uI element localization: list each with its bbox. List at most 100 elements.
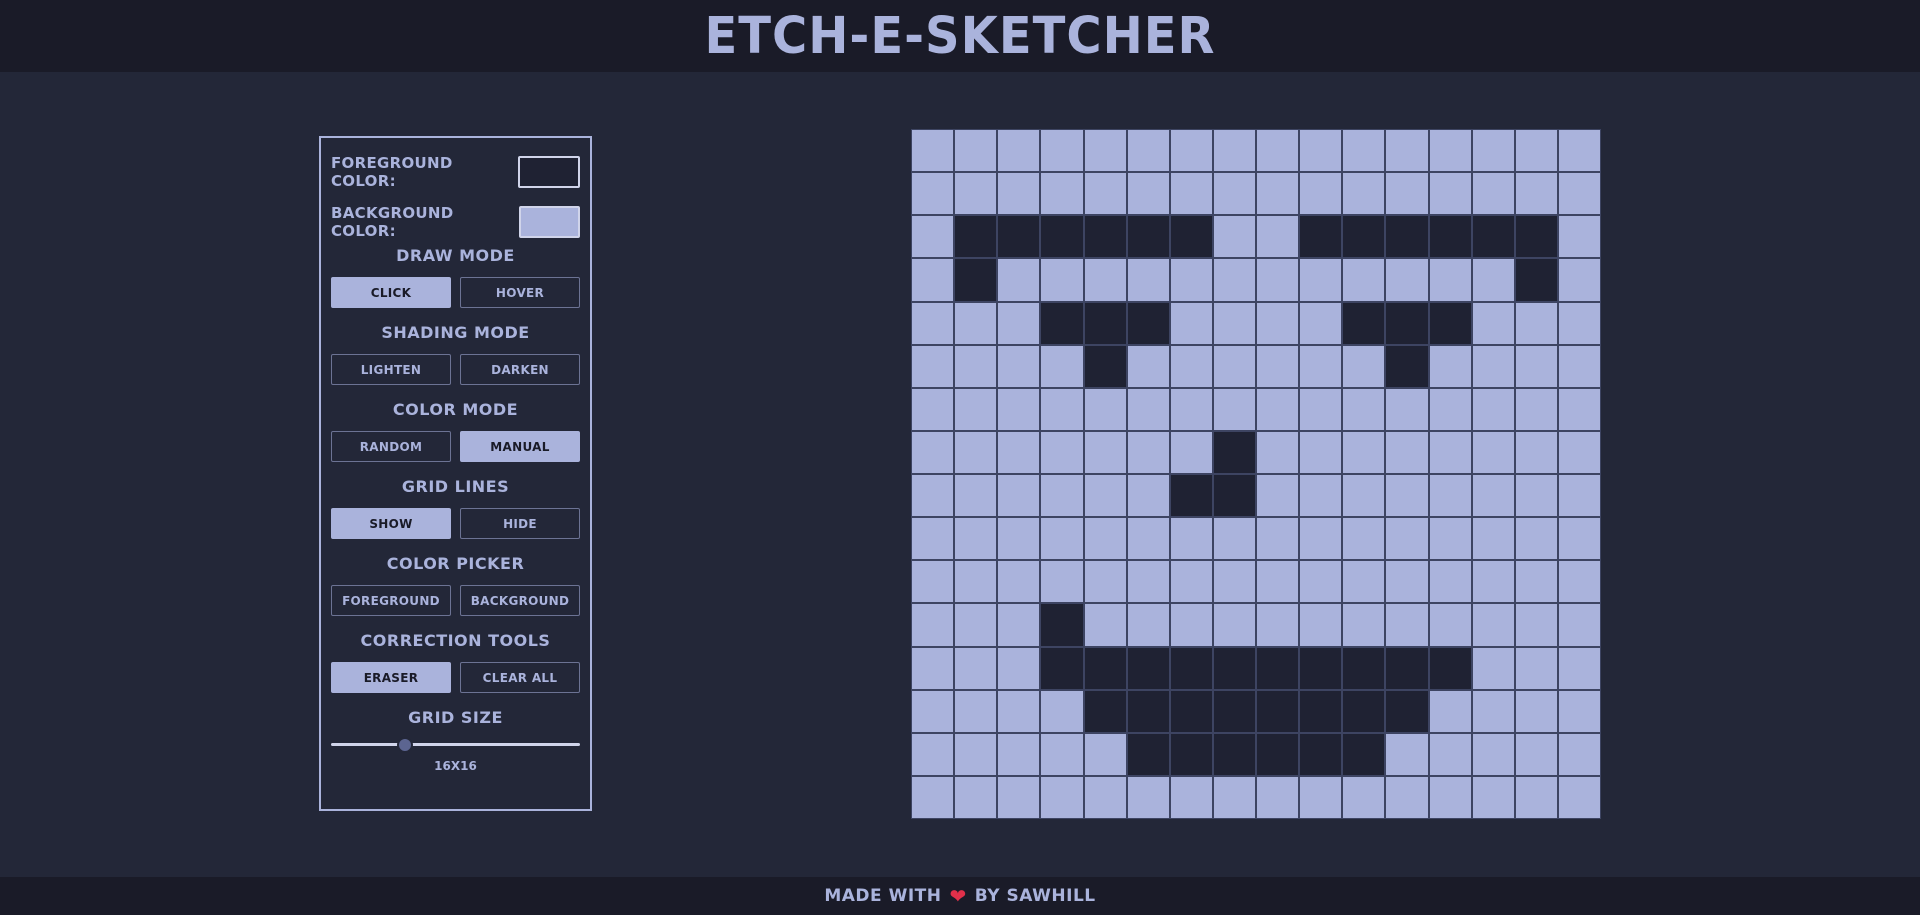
grid-cell[interactable] <box>1256 689 1300 733</box>
grid-cell[interactable] <box>1169 474 1213 518</box>
grid-cell[interactable] <box>1342 301 1386 345</box>
grid-cell[interactable] <box>911 646 955 690</box>
grid-cell[interactable] <box>1471 474 1515 518</box>
grid-cell[interactable] <box>1514 646 1558 690</box>
grid-cell[interactable] <box>1514 172 1558 216</box>
grid-cell[interactable] <box>1212 646 1256 690</box>
grid-cell[interactable] <box>1299 474 1343 518</box>
hover-mode-button[interactable]: HOVER <box>460 277 580 308</box>
grid-cell[interactable] <box>1083 215 1127 259</box>
grid-cell[interactable] <box>1212 560 1256 604</box>
grid-cell[interactable] <box>1256 474 1300 518</box>
grid-cell[interactable] <box>1040 301 1084 345</box>
grid-cell[interactable] <box>1342 430 1386 474</box>
grid-cell[interactable] <box>1256 732 1300 776</box>
grid-cell[interactable] <box>1083 603 1127 647</box>
grid-cell[interactable] <box>1126 129 1170 173</box>
grid-cell[interactable] <box>1212 258 1256 302</box>
grid-cell[interactable] <box>1471 430 1515 474</box>
grid-cell[interactable] <box>1514 517 1558 561</box>
grid-cell[interactable] <box>1557 517 1601 561</box>
grid-cell[interactable] <box>1385 129 1429 173</box>
click-mode-button[interactable]: CLICK <box>331 277 451 308</box>
grid-cell[interactable] <box>1299 215 1343 259</box>
grid-cell[interactable] <box>1126 172 1170 216</box>
lighten-button[interactable]: LIGHTEN <box>331 354 451 385</box>
grid-cell[interactable] <box>1342 732 1386 776</box>
grid-cell[interactable] <box>1256 603 1300 647</box>
grid-cell[interactable] <box>1169 689 1213 733</box>
grid-cell[interactable] <box>954 646 998 690</box>
grid-cell[interactable] <box>954 387 998 431</box>
grid-cell[interactable] <box>997 775 1041 819</box>
grid-cell[interactable] <box>1299 344 1343 388</box>
grid-cell[interactable] <box>1385 344 1429 388</box>
grid-cell[interactable] <box>1256 560 1300 604</box>
grid-cell[interactable] <box>1385 517 1429 561</box>
grid-cell[interactable] <box>1169 775 1213 819</box>
grid-cell[interactable] <box>1385 775 1429 819</box>
grid-cell[interactable] <box>1428 603 1472 647</box>
grid-cell[interactable] <box>1557 689 1601 733</box>
grid-cell[interactable] <box>1385 258 1429 302</box>
grid-cell[interactable] <box>1514 301 1558 345</box>
grid-cell[interactable] <box>1299 603 1343 647</box>
grid-cell[interactable] <box>1169 646 1213 690</box>
grid-cell[interactable] <box>997 387 1041 431</box>
grid-cell[interactable] <box>1471 646 1515 690</box>
grid-cell[interactable] <box>1342 517 1386 561</box>
grid-cell[interactable] <box>1514 603 1558 647</box>
grid-cell[interactable] <box>1428 301 1472 345</box>
grid-cell[interactable] <box>911 474 955 518</box>
grid-cell[interactable] <box>1557 387 1601 431</box>
grid-cell[interactable] <box>1083 517 1127 561</box>
grid-cell[interactable] <box>1471 172 1515 216</box>
grid-cell[interactable] <box>1040 344 1084 388</box>
grid-cell[interactable] <box>1256 775 1300 819</box>
grid-cell[interactable] <box>1471 732 1515 776</box>
grid-cell[interactable] <box>954 258 998 302</box>
grid-cell[interactable] <box>911 301 955 345</box>
grid-cell[interactable] <box>1083 775 1127 819</box>
grid-cell[interactable] <box>1342 689 1386 733</box>
grid-cell[interactable] <box>911 344 955 388</box>
grid-cell[interactable] <box>1169 172 1213 216</box>
grid-cell[interactable] <box>1256 387 1300 431</box>
grid-cell[interactable] <box>1471 517 1515 561</box>
hide-grid-button[interactable]: HIDE <box>460 508 580 539</box>
grid-cell[interactable] <box>1212 172 1256 216</box>
grid-cell[interactable] <box>954 560 998 604</box>
grid-cell[interactable] <box>1428 387 1472 431</box>
grid-cell[interactable] <box>1169 258 1213 302</box>
grid-cell[interactable] <box>1428 258 1472 302</box>
grid-cell[interactable] <box>1040 560 1084 604</box>
grid-cell[interactable] <box>1040 258 1084 302</box>
sketch-canvas[interactable] <box>911 129 1601 819</box>
grid-cell[interactable] <box>1428 560 1472 604</box>
grid-cell[interactable] <box>1126 301 1170 345</box>
grid-size-slider[interactable] <box>331 735 580 755</box>
manual-color-button[interactable]: MANUAL <box>460 431 580 462</box>
grid-cell[interactable] <box>1169 344 1213 388</box>
grid-cell[interactable] <box>911 129 955 173</box>
grid-cell[interactable] <box>1040 215 1084 259</box>
grid-cell[interactable] <box>1040 517 1084 561</box>
grid-cell[interactable] <box>954 301 998 345</box>
grid-cell[interactable] <box>1083 646 1127 690</box>
grid-cell[interactable] <box>1428 430 1472 474</box>
grid-cell[interactable] <box>1385 603 1429 647</box>
grid-cell[interactable] <box>1299 172 1343 216</box>
grid-cell[interactable] <box>997 646 1041 690</box>
grid-cell[interactable] <box>1212 129 1256 173</box>
grid-cell[interactable] <box>1471 689 1515 733</box>
grid-cell[interactable] <box>1212 474 1256 518</box>
grid-cell[interactable] <box>911 258 955 302</box>
grid-cell[interactable] <box>911 689 955 733</box>
grid-cell[interactable] <box>1169 560 1213 604</box>
grid-cell[interactable] <box>1256 517 1300 561</box>
grid-cell[interactable] <box>1514 430 1558 474</box>
grid-cell[interactable] <box>1557 301 1601 345</box>
grid-cell[interactable] <box>1299 129 1343 173</box>
grid-cell[interactable] <box>1299 689 1343 733</box>
grid-cell[interactable] <box>1169 301 1213 345</box>
